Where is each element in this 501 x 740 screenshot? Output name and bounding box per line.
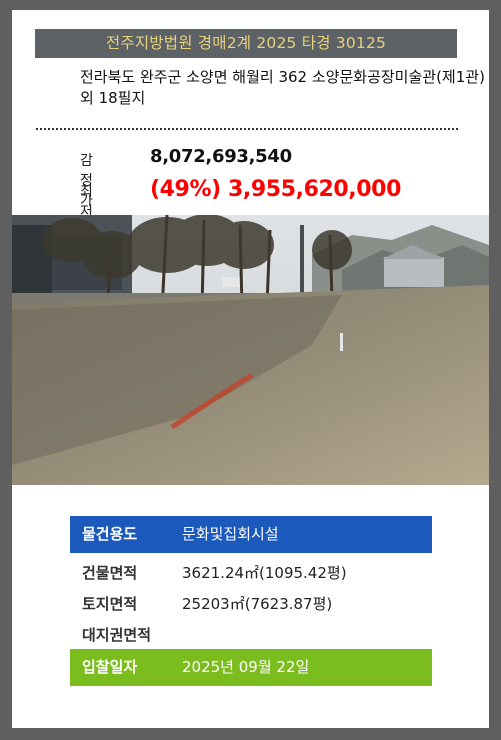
building-area-value: 3621.24㎡(1095.42평)	[182, 564, 347, 582]
bid-date-value: 2025년 09월 22일	[182, 658, 310, 676]
land-area-value: 25203㎡(7623.87평)	[182, 595, 333, 613]
land-area-row: 토지면적 25203㎡(7623.87평)	[70, 589, 432, 619]
usage-bar: 물건용도 문화및집회시설	[70, 516, 432, 553]
usage-value: 문화및집회시설	[182, 525, 279, 543]
bid-date-bar: 입찰일자 2025년 09월 22일	[70, 649, 432, 686]
auction-card: 전주지방법원 경매2계 2025 타경 30125 전라북도 완주군 소양면 해…	[12, 10, 489, 728]
building-area-label: 건물면적	[82, 564, 138, 582]
property-address: 전라북도 완주군 소양면 해월리 362 소양문화공장미술관(제1관)외 18필…	[80, 68, 485, 107]
property-photo	[12, 215, 489, 485]
bid-date-label: 입찰일자	[82, 658, 138, 676]
property-photo-illustration	[12, 215, 489, 485]
case-number-banner: 전주지방법원 경매2계 2025 타경 30125	[35, 29, 457, 58]
usage-label: 물건용도	[82, 525, 138, 543]
building-area-row: 건물면적 3621.24㎡(1095.42평)	[70, 558, 432, 588]
appraised-price-value: 8,072,693,540	[150, 146, 292, 167]
land-rights-label: 대지권면적	[82, 626, 152, 644]
land-area-label: 토지면적	[82, 595, 138, 613]
minimum-price-value: (49%) 3,955,620,000	[150, 177, 401, 202]
land-rights-row: 대지권면적	[70, 620, 432, 650]
dotted-divider	[36, 128, 458, 130]
